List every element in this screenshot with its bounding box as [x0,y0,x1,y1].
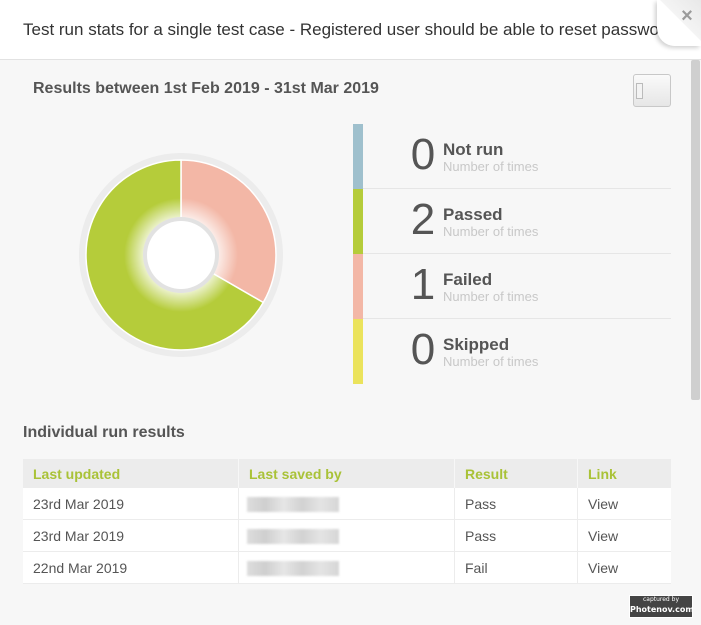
runs-table: Last updated Last saved by Result Link 2… [23,459,671,584]
results-legend: 0 Not run Number of times 2 Passed Numbe… [353,124,671,384]
runs-heading: Individual run results [23,424,185,441]
page-curl-corner: × [657,0,701,46]
legend-color-bar [353,319,363,384]
column-header: Last updated [23,459,239,488]
legend-color-bar [353,189,363,254]
cell-saved-by [238,551,455,584]
cell-result: Fail [454,551,578,584]
legend-color-bar [353,124,363,189]
cell-result: Pass [454,519,578,552]
legend-count: 1 [410,260,436,309]
donut-hole [147,221,215,289]
legend-label: Skipped [443,335,510,354]
cell-updated: 23rd Mar 2019 [23,488,239,520]
legend-label: Not run [443,140,504,159]
view-link[interactable]: View [577,488,671,520]
table-row: 22nd Mar 2019 Fail View [23,551,671,584]
column-header: Result [454,459,578,488]
results-donut-chart [79,153,283,357]
watermark-line2: Photenov.com [630,605,694,614]
view-link[interactable]: View [577,551,671,584]
results-heading: Results between 1st Feb 2019 - 31st Mar … [33,80,379,97]
redacted-user [247,528,339,544]
legend-sublabel: Number of times [443,289,539,304]
legend-not-run: 0 Not run Number of times [353,124,671,189]
legend-sublabel: Number of times [443,159,539,174]
legend-label: Failed [443,270,493,289]
watermark-line1: captured by [642,596,680,603]
legend-color-bar [353,254,363,319]
scrollbar[interactable] [691,60,700,400]
cell-updated: 23rd Mar 2019 [23,519,239,552]
cell-updated: 22nd Mar 2019 [23,551,239,584]
cell-result: Pass [454,488,578,520]
redacted-user [247,496,339,512]
redacted-user [247,560,339,576]
table-header-row: Last updated Last saved by Result Link [23,459,671,488]
dialog-body: Results between 1st Feb 2019 - 31st Mar … [0,60,701,625]
legend-count: 0 [410,325,436,374]
watermark: captured by Photenov.com [629,595,694,618]
legend-sublabel: Number of times [443,354,539,369]
cell-saved-by [238,519,455,552]
close-icon[interactable]: × [679,6,695,26]
view-link[interactable]: View [577,519,671,552]
document-icon [636,83,643,99]
legend-sublabel: Number of times [443,224,539,239]
column-header: Last saved by [238,459,455,488]
table-row: 23rd Mar 2019 Pass View [23,488,671,520]
legend-passed: 2 Passed Number of times [353,189,671,254]
dialog-header: Test run stats for a single test case - … [0,0,701,60]
table-row: 23rd Mar 2019 Pass View [23,519,671,552]
legend-skipped: 0 Skipped Number of times [353,319,671,384]
legend-count: 0 [410,130,436,179]
export-button[interactable] [633,74,671,107]
column-header: Link [577,459,671,488]
cell-saved-by [238,488,455,520]
legend-failed: 1 Failed Number of times [353,254,671,319]
legend-label: Passed [443,205,503,224]
dialog-title: Test run stats for a single test case - … [23,20,663,39]
test-stats-dialog: Test run stats for a single test case - … [0,0,701,625]
legend-count: 2 [410,195,436,244]
